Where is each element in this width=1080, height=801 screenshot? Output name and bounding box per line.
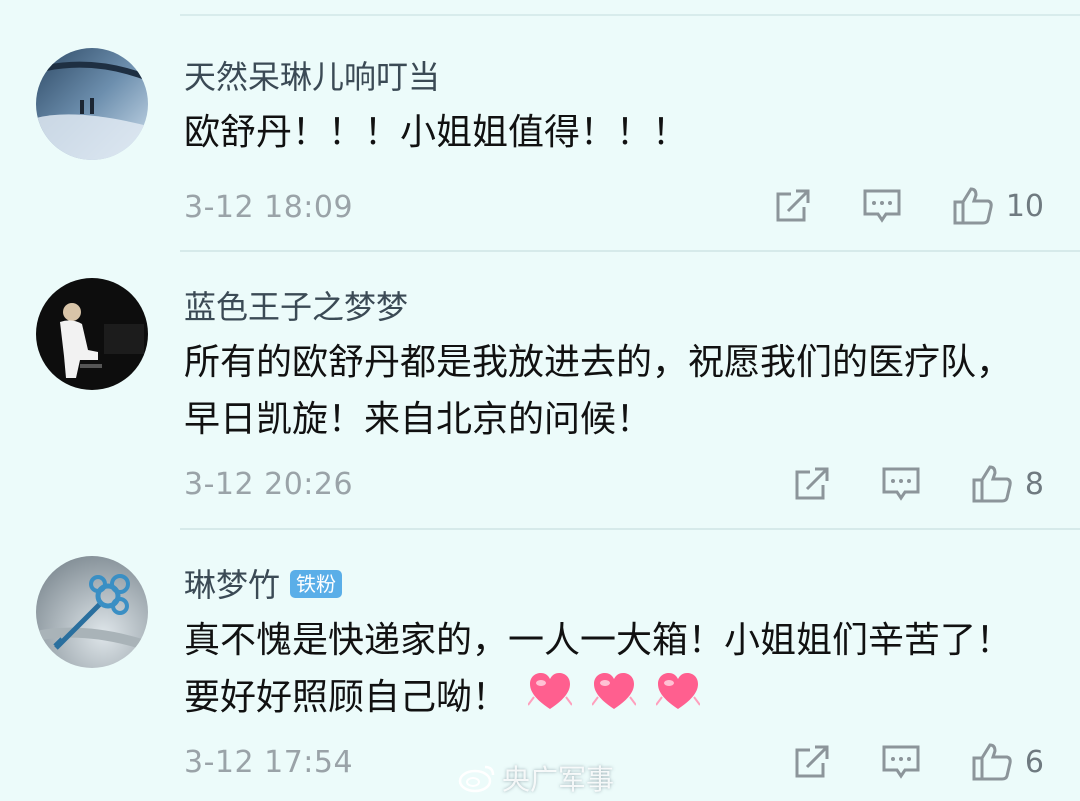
like-count: 8 — [1024, 466, 1044, 502]
watermark-text: 央广军事 — [502, 763, 615, 796]
like-button[interactable]: 8 — [971, 464, 1044, 504]
car-window-avatar-icon — [36, 48, 148, 160]
timestamp: 3-12 20:26 — [184, 467, 354, 502]
like-count: 10 — [1005, 188, 1044, 224]
reply-button[interactable] — [862, 187, 902, 225]
share-button[interactable] — [774, 187, 812, 225]
username[interactable]: 琳梦竹 铁粉 — [184, 560, 343, 606]
avatar[interactable] — [36, 48, 148, 160]
divider — [180, 250, 1080, 252]
thumbs-up-icon — [972, 743, 1012, 781]
share-icon — [795, 745, 829, 778]
comment-text: 真不愧是快递家的，一人一大箱！小姐姐们辛苦了！要好好照顾自己呦！ — [184, 612, 1034, 728]
like-count: 6 — [1024, 744, 1044, 780]
reply-button[interactable] — [881, 465, 921, 503]
top-divider — [180, 14, 1080, 16]
watermark: 央广军事 — [458, 758, 614, 798]
share-button[interactable] — [793, 743, 831, 781]
avatar[interactable] — [36, 278, 148, 390]
reply-button[interactable] — [881, 743, 921, 781]
username-text: 琳梦竹 — [184, 566, 281, 604]
thumbs-up-icon — [972, 465, 1012, 503]
heart-emoji-icon — [591, 671, 637, 728]
heart-emoji-icon — [655, 671, 701, 728]
comment-icon — [882, 745, 920, 779]
key-avatar-icon — [36, 556, 148, 668]
like-button[interactable]: 6 — [971, 742, 1044, 782]
heart-emoji-icon — [527, 671, 573, 728]
fan-badge[interactable]: 铁粉 — [290, 570, 343, 598]
pianist-avatar-icon — [36, 278, 148, 390]
comment-text: 所有的欧舒丹都是我放进去的，祝愿我们的医疗队，早日凯旋！来自北京的问候！ — [184, 342, 1013, 440]
timestamp: 3-12 18:09 — [184, 190, 354, 225]
thumbs-up-icon — [953, 187, 993, 225]
comment-actions: 6 — [743, 742, 1044, 782]
like-button[interactable]: 10 — [952, 186, 1044, 226]
timestamp: 3-12 17:54 — [184, 745, 354, 780]
share-button[interactable] — [793, 465, 831, 503]
share-icon — [776, 189, 810, 222]
avatar[interactable] — [36, 556, 148, 668]
weibo-logo-icon — [458, 765, 495, 793]
comment-actions: 10 — [724, 186, 1044, 226]
comment-icon — [882, 467, 920, 501]
comment-text: 欧舒丹！！！小姐姐值得！！！ — [184, 112, 689, 153]
username[interactable]: 天然呆琳儿响叮当 — [184, 52, 440, 98]
divider — [180, 528, 1080, 530]
comment-actions: 8 — [743, 464, 1044, 504]
username[interactable]: 蓝色王子之梦梦 — [184, 282, 408, 328]
share-icon — [795, 467, 829, 500]
comment-icon — [863, 189, 901, 223]
